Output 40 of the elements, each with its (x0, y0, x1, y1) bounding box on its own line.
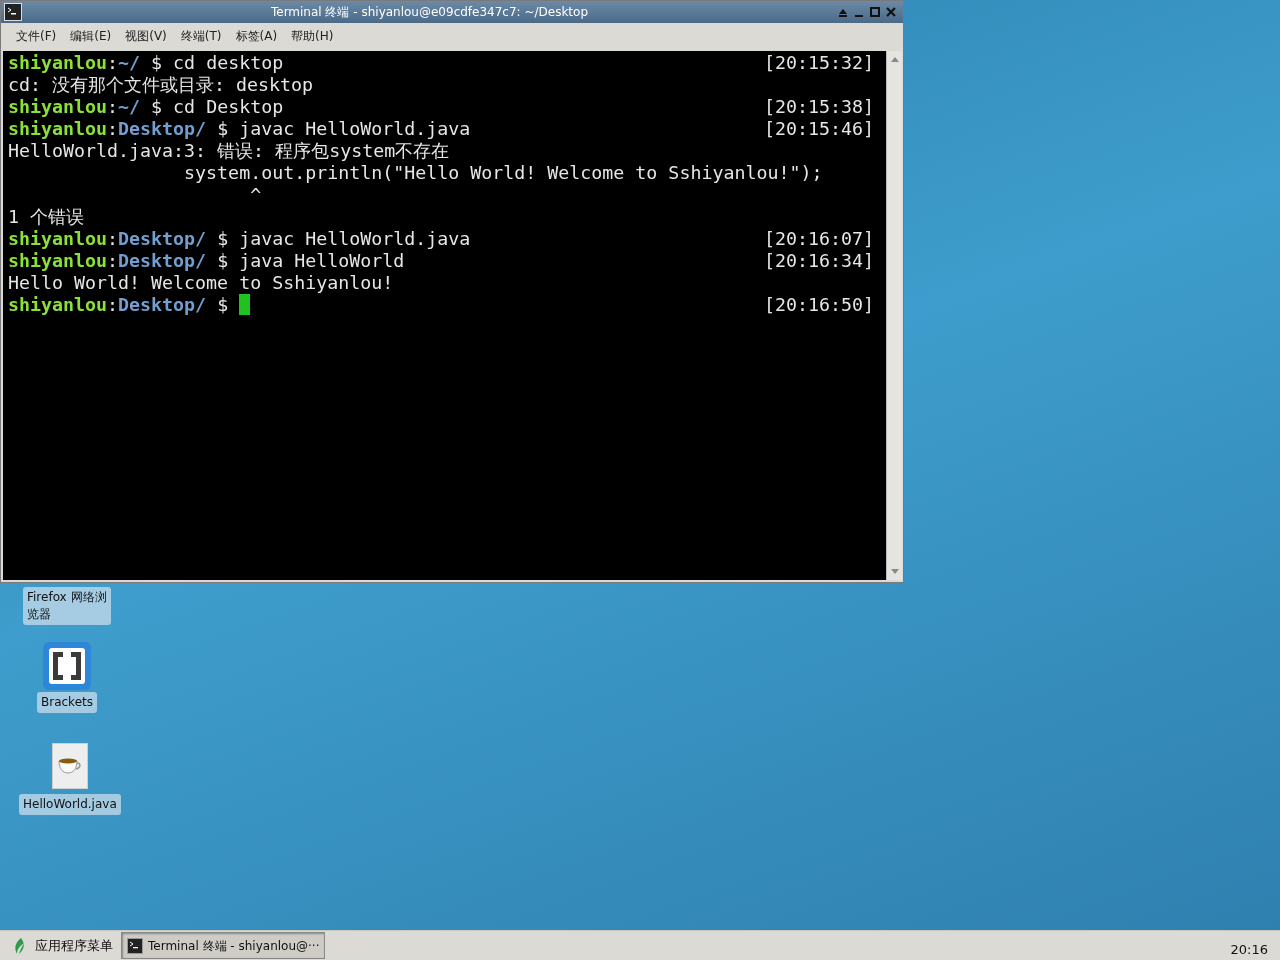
scrollbar[interactable] (886, 51, 902, 580)
output-line: HelloWorld.java:3: 错误: 程序包system不存在 (8, 140, 450, 162)
icon-label[interactable]: HelloWorld.java (19, 794, 121, 815)
prompt-line: shiyanlou:~/ $ cd desktop (8, 52, 285, 74)
close-icon[interactable] (885, 6, 897, 18)
terminal-icon (4, 3, 22, 21)
taskbar-button[interactable]: Terminal 终端 - shiyanlou@··· (121, 932, 326, 959)
output-line: cd: 没有那个文件或目录: desktop (8, 74, 314, 96)
timestamp: [20:15:38] (763, 96, 875, 118)
menu-item[interactable]: 视图(V) (118, 25, 174, 47)
scroll-down-icon[interactable] (889, 568, 900, 576)
coffee-cup-icon[interactable] (51, 743, 88, 789)
icon-label[interactable]: Brackets (37, 692, 97, 713)
timestamp: [20:15:32] (763, 52, 875, 74)
output-line: 1 个错误 (8, 206, 84, 228)
maximize-icon[interactable] (869, 6, 881, 18)
menu-item[interactable]: 标签(A) (228, 25, 285, 47)
timestamp: [20:16:07] (763, 228, 875, 250)
icon-label[interactable]: Firefox 网络浏览器 (23, 587, 111, 625)
prompt-line: shiyanlou:Desktop/ $ javac HelloWorld.java (8, 228, 472, 250)
prompt-line: shiyanlou:Desktop/ $ java HelloWorld (8, 250, 406, 272)
clock: 20:16 (1230, 940, 1268, 959)
menu-item[interactable]: 终端(T) (173, 25, 229, 47)
timestamp: [20:15:46] (763, 118, 875, 140)
timestamp: [20:16:34] (763, 250, 875, 272)
prompt-line: shiyanlou:Desktop/ $ (8, 294, 764, 316)
menu-item[interactable]: 文件(F) (9, 25, 64, 47)
applications-menu[interactable]: 应用程序菜单 (35, 935, 113, 956)
output-line: ^ (249, 184, 262, 206)
output-line: Hello World! Welcome to Sshiyanlou! (8, 272, 394, 294)
terminal-icon (127, 937, 143, 954)
prompt-line: shiyanlou:Desktop/ $ javac HelloWorld.java (8, 118, 472, 140)
menu-item[interactable]: 编辑(E) (63, 25, 119, 47)
scroll-up-icon[interactable] (889, 55, 900, 63)
menu-item[interactable]: 帮助(H) (284, 25, 341, 47)
output-line: system.out.println("Hello World! Welcome to Sshiyanlou!"); (183, 162, 823, 184)
window-title: Terminal 终端 - shiyanlou@e09cdfe347c7: ~/Desktop (269, 4, 590, 21)
timestamp: [20:16:50] (763, 294, 875, 316)
brackets-icon[interactable] (42, 641, 92, 691)
prompt-line: shiyanlou:~/ $ cd Desktop (8, 96, 285, 118)
